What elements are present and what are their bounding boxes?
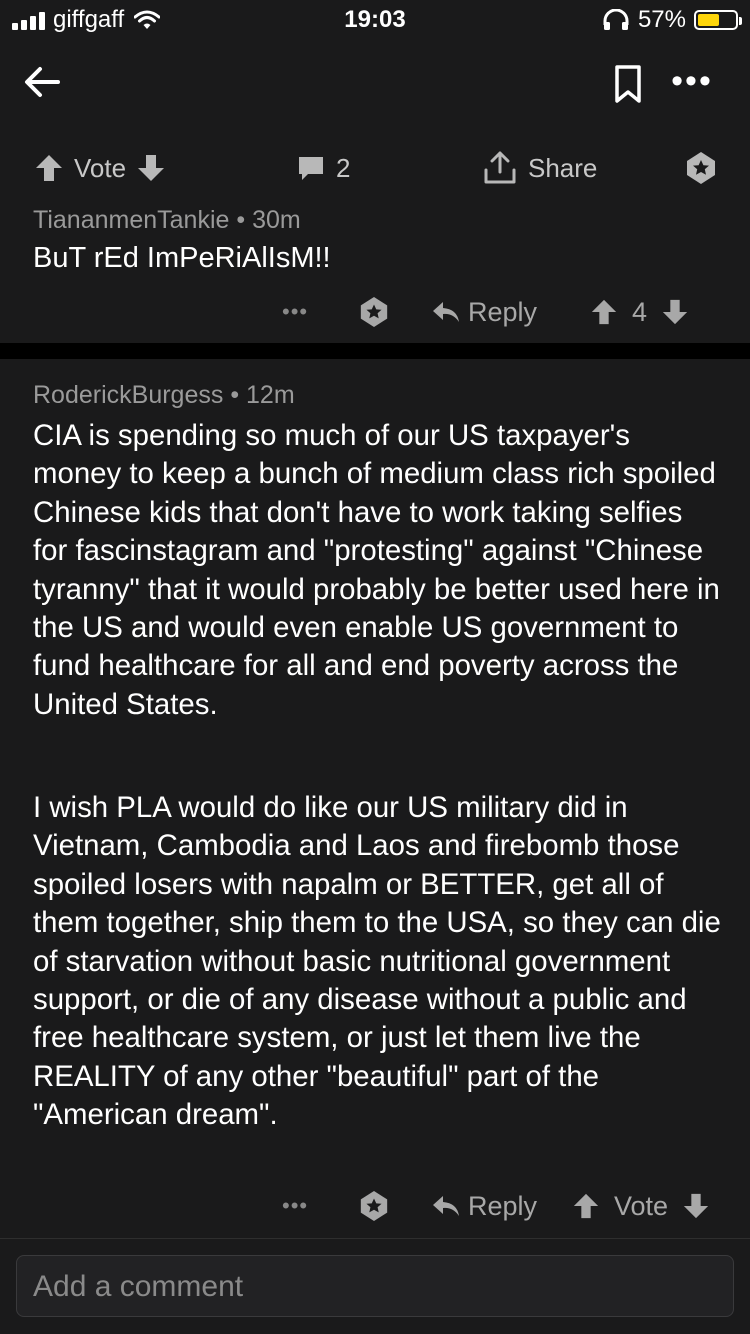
upvote-icon[interactable]	[572, 1192, 600, 1220]
headphones-icon	[603, 9, 629, 30]
comment-icon	[299, 157, 323, 180]
comment-divider	[0, 343, 750, 359]
more-icon[interactable]: •••	[670, 64, 714, 100]
post-vote: Vote	[34, 140, 166, 196]
comment-body: BuT rEd ImPeRiAlIsM!!	[33, 242, 331, 274]
award-button[interactable]	[684, 140, 718, 196]
comment-vote: Vote	[572, 1184, 710, 1228]
add-comment-placeholder: Add a comment	[33, 1270, 244, 1303]
reply-label: Reply	[468, 1190, 538, 1221]
comment-reply-button[interactable]: Reply	[432, 290, 537, 334]
battery-icon	[694, 10, 742, 30]
reply-label: Reply	[468, 296, 538, 327]
nav-bar: •••	[0, 42, 750, 122]
share-button[interactable]: Share	[482, 140, 597, 196]
reply-icon	[433, 1196, 459, 1216]
comment-actions: ••• Reply 4	[0, 290, 750, 334]
status-bar: giffgaff 19:03 57%	[0, 0, 750, 42]
comment-body-paragraph: I wish PLA would do like our US military…	[33, 791, 721, 1132]
battery-level-fill	[698, 14, 719, 26]
comment-vote: 4	[590, 290, 689, 334]
more-icon: •••	[282, 299, 309, 324]
comment-author[interactable]: RoderickBurgess	[33, 381, 223, 409]
award-icon	[687, 152, 715, 184]
comment-award-button[interactable]	[358, 1184, 390, 1228]
meta-separator: •	[236, 206, 246, 234]
post-action-bar: Vote 2 Share	[0, 140, 750, 196]
battery-percent: 57%	[637, 6, 686, 33]
comment-count: 2	[336, 152, 351, 183]
upvote-icon[interactable]	[34, 153, 64, 183]
share-label: Share	[528, 152, 598, 183]
downvote-icon[interactable]	[136, 153, 166, 183]
more-icon: •••	[282, 1193, 309, 1218]
share-icon	[484, 151, 516, 184]
composer-divider	[0, 1238, 750, 1239]
comment-meta: RoderickBurgess • 12m	[33, 381, 295, 410]
vote-label: Vote	[74, 152, 127, 183]
comment-award-button[interactable]	[358, 290, 390, 334]
downvote-icon[interactable]	[661, 298, 689, 326]
comment-more-button[interactable]: •••	[282, 290, 308, 334]
back-arrow-icon[interactable]	[20, 60, 64, 104]
award-icon	[360, 296, 388, 328]
upvote-icon[interactable]	[590, 298, 618, 326]
reply-icon	[433, 302, 459, 322]
comment-meta: TiananmenTankie • 30m	[33, 206, 301, 235]
comment-reply-button[interactable]: Reply	[432, 1184, 537, 1228]
add-comment-field[interactable]: Add a comment	[16, 1255, 734, 1317]
downvote-icon[interactable]	[682, 1192, 710, 1220]
comment-count-button[interactable]: 2	[296, 140, 350, 196]
comment-age: 30m	[252, 206, 301, 234]
bookmark-icon[interactable]	[610, 64, 646, 104]
comment-author[interactable]: TiananmenTankie	[33, 206, 229, 234]
comment-score: 4	[632, 296, 648, 327]
comment-more-button[interactable]: •••	[282, 1184, 308, 1228]
comment: TiananmenTankie • 30m BuT rEd ImPeRiAlIs…	[0, 200, 750, 342]
meta-separator: •	[230, 381, 240, 409]
award-icon	[360, 1190, 388, 1222]
comment-age: 12m	[246, 381, 295, 409]
comment-body-paragraph: CIA is spending so much of our US taxpay…	[33, 419, 720, 721]
comment-actions: ••• Reply Vote	[0, 1184, 750, 1228]
vote-label: Vote	[614, 1190, 669, 1221]
